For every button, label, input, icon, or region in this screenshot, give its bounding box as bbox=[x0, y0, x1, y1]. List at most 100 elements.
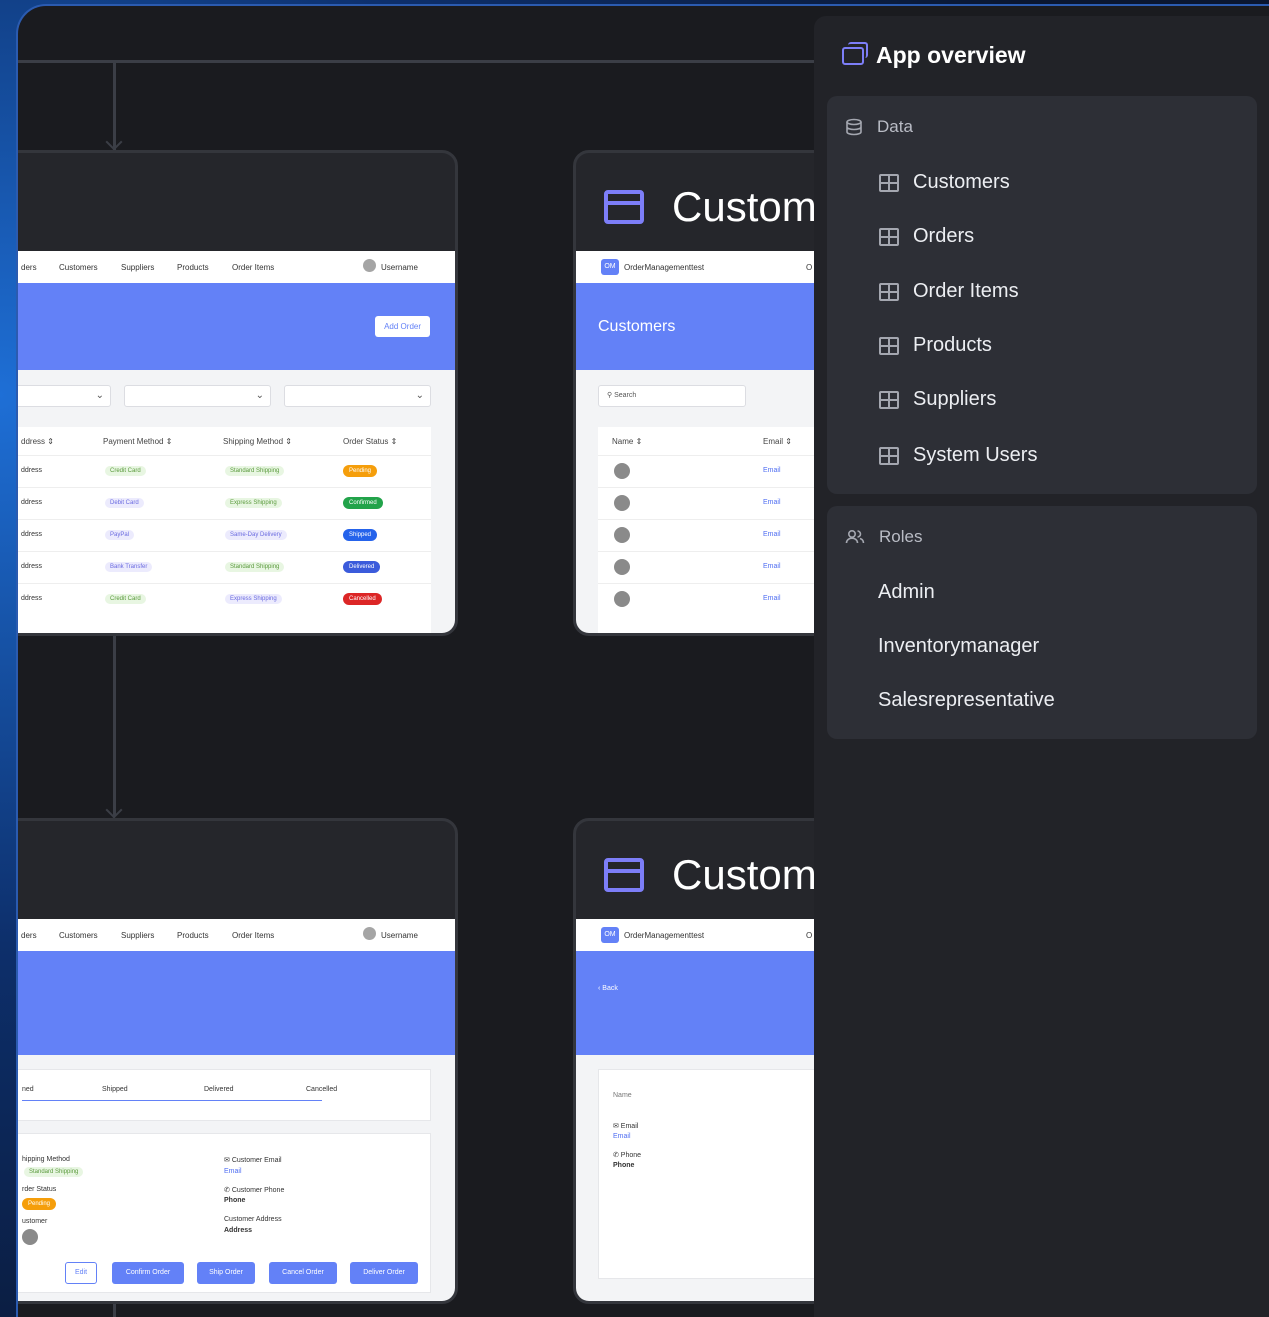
payment-badge: Bank Transfer bbox=[105, 562, 153, 572]
nav-item: O bbox=[806, 931, 813, 940]
sidebar-item-role-admin[interactable]: Admin bbox=[878, 581, 935, 604]
edit-button: Edit bbox=[65, 1262, 97, 1284]
step-label: Cancelled bbox=[306, 1086, 338, 1093]
table-icon bbox=[879, 173, 899, 192]
screen-card-order-detail[interactable]: ders Customers Suppliers Products Order … bbox=[18, 818, 458, 1304]
cell-address: ddress bbox=[21, 531, 43, 538]
email-label: ✉ Customer Email bbox=[224, 1157, 282, 1164]
payment-badge: PayPal bbox=[105, 530, 135, 540]
sidebar-item-products[interactable]: Products bbox=[879, 334, 992, 357]
shipping-badge: Express Shipping bbox=[225, 498, 282, 508]
avatar bbox=[22, 1229, 38, 1245]
sidebar-item-label: Orders bbox=[913, 225, 975, 247]
cell-address: ddress bbox=[21, 595, 43, 602]
sidebar-item-label: System Users bbox=[913, 444, 1038, 466]
data-group-header: Data bbox=[845, 117, 913, 137]
nav-item: Customers bbox=[59, 263, 98, 272]
payment-badge: Debit Card bbox=[105, 498, 144, 508]
table-row: ddress Credit Card Standard Shipping Pen… bbox=[18, 455, 431, 487]
phone-value: Phone bbox=[224, 1197, 246, 1204]
nav-item: O bbox=[806, 263, 813, 272]
email-link: Email bbox=[763, 563, 781, 570]
email-label: ✉ Email bbox=[613, 1123, 639, 1130]
sidebar-item-role-salesrepresentative[interactable]: Salesrepresentative bbox=[878, 689, 1055, 712]
screen-card-orders[interactable]: ders Customers Suppliers Products Order … bbox=[18, 150, 458, 636]
window-icon bbox=[604, 858, 644, 892]
avatar bbox=[614, 463, 630, 479]
nav-item: Order Items bbox=[232, 931, 275, 940]
filter-select: ⌄ bbox=[284, 385, 431, 407]
preview-hero: Add Order bbox=[18, 283, 455, 370]
email-link: Email bbox=[763, 467, 781, 474]
status-stepper: ned Shipped Delivered Cancelled bbox=[18, 1069, 431, 1121]
table-row: ddress PayPal Same-Day Delivery Shipped bbox=[18, 519, 431, 551]
address-label: Customer Address bbox=[224, 1216, 282, 1223]
nav-item: Products bbox=[177, 931, 209, 940]
sidebar-item-label: Order Items bbox=[913, 280, 1019, 302]
sidebar-item-customers[interactable]: Customers bbox=[879, 171, 1010, 194]
email-label-text: Customer Email bbox=[231, 1157, 282, 1164]
roles-group-header: Roles bbox=[845, 527, 922, 547]
table-icon bbox=[879, 227, 899, 246]
shipping-badge: Express Shipping bbox=[225, 594, 282, 604]
table-icon bbox=[879, 446, 899, 465]
preview-nav: ders Customers Suppliers Products Order … bbox=[18, 919, 455, 951]
shipping-badge: Standard Shipping bbox=[225, 562, 285, 572]
users-icon bbox=[845, 529, 865, 544]
table-icon bbox=[879, 390, 899, 409]
phone-label: ✆ Customer Phone bbox=[224, 1187, 285, 1194]
add-order-button: Add Order bbox=[375, 316, 430, 337]
table-row: ddress Bank Transfer Standard Shipping D… bbox=[18, 551, 431, 583]
preview-nav: ders Customers Suppliers Products Order … bbox=[18, 251, 455, 283]
avatar bbox=[614, 559, 630, 575]
table-row: ddress Credit Card Express Shipping Canc… bbox=[18, 583, 431, 615]
avatar bbox=[614, 527, 630, 543]
arrow-down-icon bbox=[105, 133, 123, 151]
sidebar-item-system-users[interactable]: System Users bbox=[879, 444, 1037, 467]
address-value: Address bbox=[224, 1227, 253, 1234]
card-title-text: Custom bbox=[672, 183, 817, 230]
shipping-badge: Same-Day Delivery bbox=[225, 530, 287, 540]
roles-group-label: Roles bbox=[879, 527, 923, 546]
sidebar-item-role-inventorymanager[interactable]: Inventorymanager bbox=[878, 635, 1039, 658]
confirm-order-button: Confirm Order bbox=[112, 1262, 184, 1284]
nav-item: ders bbox=[21, 263, 37, 272]
nav-item: Order Items bbox=[232, 263, 275, 272]
ship-order-button: Ship Order bbox=[197, 1262, 255, 1284]
order-detail-panel: hipping Method Standard Shipping rder St… bbox=[18, 1133, 431, 1293]
sidebar-item-label: Products bbox=[913, 334, 992, 356]
orders-table: ddress ⇕ Payment Method ⇕ Shipping Metho… bbox=[18, 427, 431, 633]
step-label: Delivered bbox=[204, 1086, 234, 1093]
email-link: Email bbox=[763, 531, 781, 538]
search-input: ⚲ Search bbox=[598, 385, 746, 407]
column-header: Email ⇕ bbox=[763, 437, 792, 446]
username: Username bbox=[381, 263, 418, 272]
avatar bbox=[614, 591, 630, 607]
card-title: Custom bbox=[604, 851, 817, 899]
payment-badge: Credit Card bbox=[105, 466, 146, 476]
sidebar-item-orders[interactable]: Orders bbox=[879, 225, 974, 248]
cell-address: ddress bbox=[21, 499, 43, 506]
status-badge: Pending bbox=[343, 465, 378, 477]
preview-hero bbox=[18, 951, 455, 1055]
status-badge: Shipped bbox=[343, 529, 378, 541]
connector-line bbox=[113, 1302, 116, 1317]
payment-badge: Credit Card bbox=[105, 594, 146, 604]
avatar bbox=[363, 259, 376, 272]
app-windows-icon bbox=[842, 41, 868, 65]
status-badge: Confirmed bbox=[343, 497, 383, 509]
shipping-badge: Standard Shipping bbox=[24, 1167, 84, 1177]
status-badge: Delivered bbox=[343, 561, 381, 573]
sidebar-item-suppliers[interactable]: Suppliers bbox=[879, 388, 996, 411]
email-value: Email bbox=[613, 1133, 631, 1140]
phone-label: ✆ Phone bbox=[613, 1152, 642, 1159]
screen-preview: ders Customers Suppliers Products Order … bbox=[18, 919, 455, 1301]
sidebar-item-label: Customers bbox=[913, 171, 1010, 193]
card-title: Custom bbox=[604, 183, 817, 231]
sidebar-title: App overview bbox=[876, 42, 1026, 68]
nav-item: ders bbox=[21, 931, 37, 940]
filter-select: ⌄ bbox=[124, 385, 271, 407]
sidebar-item-order-items[interactable]: Order Items bbox=[879, 280, 1019, 303]
status-badge: Pending bbox=[22, 1198, 57, 1210]
field-label: ustomer bbox=[22, 1218, 48, 1225]
